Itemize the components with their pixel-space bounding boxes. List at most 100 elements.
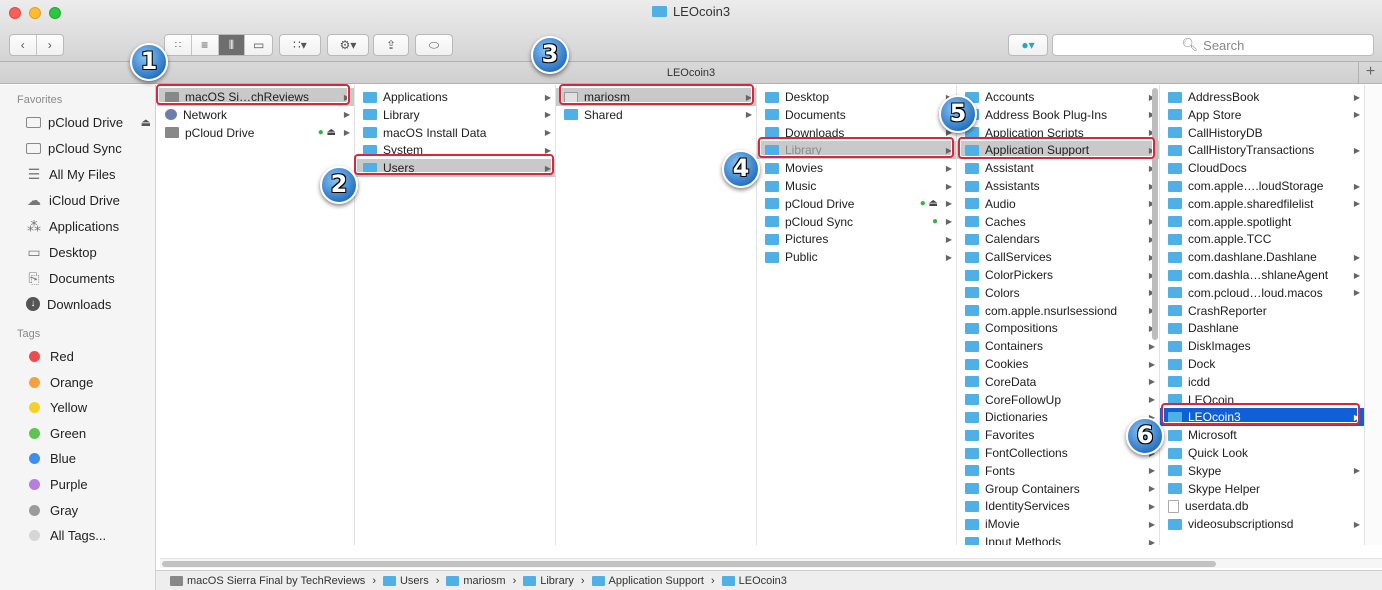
row-fonts[interactable]: Fonts ▶	[957, 462, 1159, 480]
row-diskimages[interactable]: DiskImages	[1160, 337, 1364, 355]
row-com-apple-tcc[interactable]: com.apple.TCC	[1160, 230, 1364, 248]
row-colorpickers[interactable]: ColorPickers▶	[957, 266, 1159, 284]
row-applications[interactable]: Applications ▶	[355, 88, 555, 106]
row-colors[interactable]: Colors▶	[957, 284, 1159, 302]
action-button[interactable]: ⚙ ▾	[327, 34, 369, 56]
path-segment[interactable]: Application Support	[609, 575, 704, 587]
row-library[interactable]: Library ▶	[355, 106, 555, 124]
sidebar-item-applications[interactable]: ⁂ Applications	[26, 215, 151, 237]
row-coredata[interactable]: CoreData ▶	[957, 373, 1159, 391]
row-caches[interactable]: Caches▶	[957, 213, 1159, 231]
row-callhistorytransactions[interactable]: CallHistoryTransactions ▶	[1160, 141, 1364, 159]
pcloud-toolbar-button[interactable]: ●▾	[1008, 34, 1048, 56]
path-segment[interactable]: macOS Sierra Final by TechReviews	[187, 575, 365, 587]
tag-red[interactable]: Red	[26, 345, 151, 367]
row-dock[interactable]: Dock	[1160, 355, 1364, 373]
cover-flow-icon[interactable]: ▭	[245, 35, 272, 55]
row-callhistorydb[interactable]: CallHistoryDB	[1160, 124, 1364, 142]
appsupport-column-scrollbar[interactable]	[1356, 88, 1362, 98]
tag-green[interactable]: Green	[26, 422, 151, 444]
row-accounts[interactable]: Accounts▶	[957, 88, 1159, 106]
row-pcloud-drive[interactable]: pCloud Drive ● ⏏ ▶	[757, 195, 956, 213]
row-com-apple-nsurlsessiond[interactable]: com.apple.nsurlsessiond▶	[957, 302, 1159, 320]
row-pcloud-drive[interactable]: pCloud Drive ● ⏏ ▶	[157, 124, 354, 142]
row-callservices[interactable]: CallServices▶	[957, 248, 1159, 266]
row-corefollowup[interactable]: CoreFollowUp ▶	[957, 391, 1159, 409]
row-audio[interactable]: Audio▶	[957, 195, 1159, 213]
sidebar-item-all-my-files[interactable]: ☰ All My Files	[26, 163, 151, 185]
sidebar-item-downloads[interactable]: ↓ Downloads	[26, 293, 151, 315]
sidebar-item-desktop[interactable]: ▭ Desktop	[26, 241, 151, 263]
sidebar-item-pcloud-sync[interactable]: pCloud Sync	[26, 137, 151, 159]
tag-all-tags[interactable]: All Tags...	[26, 524, 151, 546]
row-userdata-db[interactable]: userdata.db	[1160, 497, 1364, 515]
row-icdd[interactable]: icdd	[1160, 373, 1364, 391]
row-addressbook[interactable]: AddressBook ▶	[1160, 88, 1364, 106]
row-desktop[interactable]: Desktop▶	[757, 88, 956, 106]
row-videosubscriptionsd[interactable]: videosubscriptionsd ▶	[1160, 515, 1364, 533]
row-input-methods[interactable]: Input Methods ▶	[957, 533, 1159, 545]
row-dictionaries[interactable]: Dictionaries▶	[957, 408, 1159, 426]
row-public[interactable]: Public ▶	[757, 248, 956, 266]
row-shared[interactable]: Shared ▶	[556, 106, 756, 124]
path-segment[interactable]: Library	[540, 575, 574, 587]
forward-button[interactable]: ›	[37, 35, 63, 55]
path-segment[interactable]: mariosm	[463, 575, 505, 587]
row-com-apple-spotlight[interactable]: com.apple.spotlight	[1160, 213, 1364, 231]
row-containers[interactable]: Containers ▶	[957, 337, 1159, 355]
row-assistant[interactable]: Assistant▶	[957, 159, 1159, 177]
row-com-dashlane-dashlane[interactable]: com.dashlane.Dashlane ▶	[1160, 248, 1364, 266]
row-pcloud-sync[interactable]: pCloud Sync ● ▶	[757, 213, 956, 231]
row-crashreporter[interactable]: CrashReporter	[1160, 302, 1364, 320]
tag-orange[interactable]: Orange	[26, 371, 151, 393]
icon-view-icon[interactable]: ∷	[165, 35, 192, 55]
path-segment[interactable]: Users	[400, 575, 429, 587]
row-system[interactable]: System ▶	[355, 141, 555, 159]
row-music[interactable]: Music ▶	[757, 177, 956, 195]
library-column-scrollbar[interactable]	[1152, 88, 1158, 340]
row-mariosm[interactable]: mariosm ▶	[556, 88, 756, 106]
sidebar-item-icloud-drive[interactable]: ☁︎ iCloud Drive	[26, 189, 151, 211]
path-segment[interactable]: LEOcoin3	[739, 575, 787, 587]
row-group-containers[interactable]: Group Containers ▶	[957, 480, 1159, 498]
row-skype[interactable]: Skype ▶	[1160, 462, 1364, 480]
column-view-icon[interactable]: ⫴	[218, 35, 246, 55]
row-quick-look[interactable]: Quick Look	[1160, 444, 1364, 462]
row-app-store[interactable]: App Store ▶	[1160, 106, 1364, 124]
row-clouddocs[interactable]: CloudDocs	[1160, 159, 1364, 177]
row-macos-si-chreviews[interactable]: macOS Si…chReviews ▶	[157, 88, 354, 106]
sidebar-item-documents[interactable]: ⎘ Documents	[26, 267, 151, 289]
row-com-apple-sharedfilelist[interactable]: com.apple.sharedfilelist ▶	[1160, 195, 1364, 213]
scrollbar-thumb[interactable]	[162, 561, 1216, 567]
list-view-icon[interactable]: ≡	[192, 35, 219, 55]
row-compositions[interactable]: Compositions▶	[957, 319, 1159, 337]
row-movies[interactable]: Movies ▶	[757, 159, 956, 177]
row-network[interactable]: Network ▶	[157, 106, 354, 124]
row-pictures[interactable]: Pictures ▶	[757, 230, 956, 248]
row-imovie[interactable]: iMovie ▶	[957, 515, 1159, 533]
row-calendars[interactable]: Calendars▶	[957, 230, 1159, 248]
back-button[interactable]: ‹	[10, 35, 37, 55]
row-application-scripts[interactable]: Application Scripts▶	[957, 124, 1159, 142]
row-com-pcloud-loud-macos[interactable]: com.pcloud…loud.macos ▶	[1160, 284, 1364, 302]
row-microsoft[interactable]: Microsoft	[1160, 426, 1364, 444]
row-leocoin[interactable]: LEOcoin	[1160, 391, 1364, 409]
search-field[interactable]: 🔍︎ Search	[1052, 34, 1374, 56]
share-button[interactable]: ⇪	[373, 34, 409, 56]
row-downloads[interactable]: Downloads ▶	[757, 124, 956, 142]
row-address-book-plug-ins[interactable]: Address Book Plug-Ins▶	[957, 106, 1159, 124]
row-documents[interactable]: Documents▶	[757, 106, 956, 124]
edit-tags-button[interactable]: ⬭	[415, 34, 453, 56]
tag-blue[interactable]: Blue	[26, 447, 151, 469]
row-application-support[interactable]: Application Support▶	[957, 141, 1159, 160]
eject-icon[interactable]: ⏏	[141, 116, 151, 129]
arrange-button[interactable]: ∷▾	[279, 34, 321, 56]
horizontal-scrollbar[interactable]	[160, 558, 1382, 568]
tag-yellow[interactable]: Yellow	[26, 396, 151, 418]
sidebar-item-pcloud-drive[interactable]: pCloud Drive ⏏	[26, 111, 151, 133]
new-tab-button[interactable]: +	[1358, 62, 1382, 83]
tab-title[interactable]: LEOcoin3	[667, 67, 715, 79]
row-cookies[interactable]: Cookies ▶	[957, 355, 1159, 373]
row-skype-helper[interactable]: Skype Helper	[1160, 480, 1364, 498]
row-assistants[interactable]: Assistants▶	[957, 177, 1159, 195]
